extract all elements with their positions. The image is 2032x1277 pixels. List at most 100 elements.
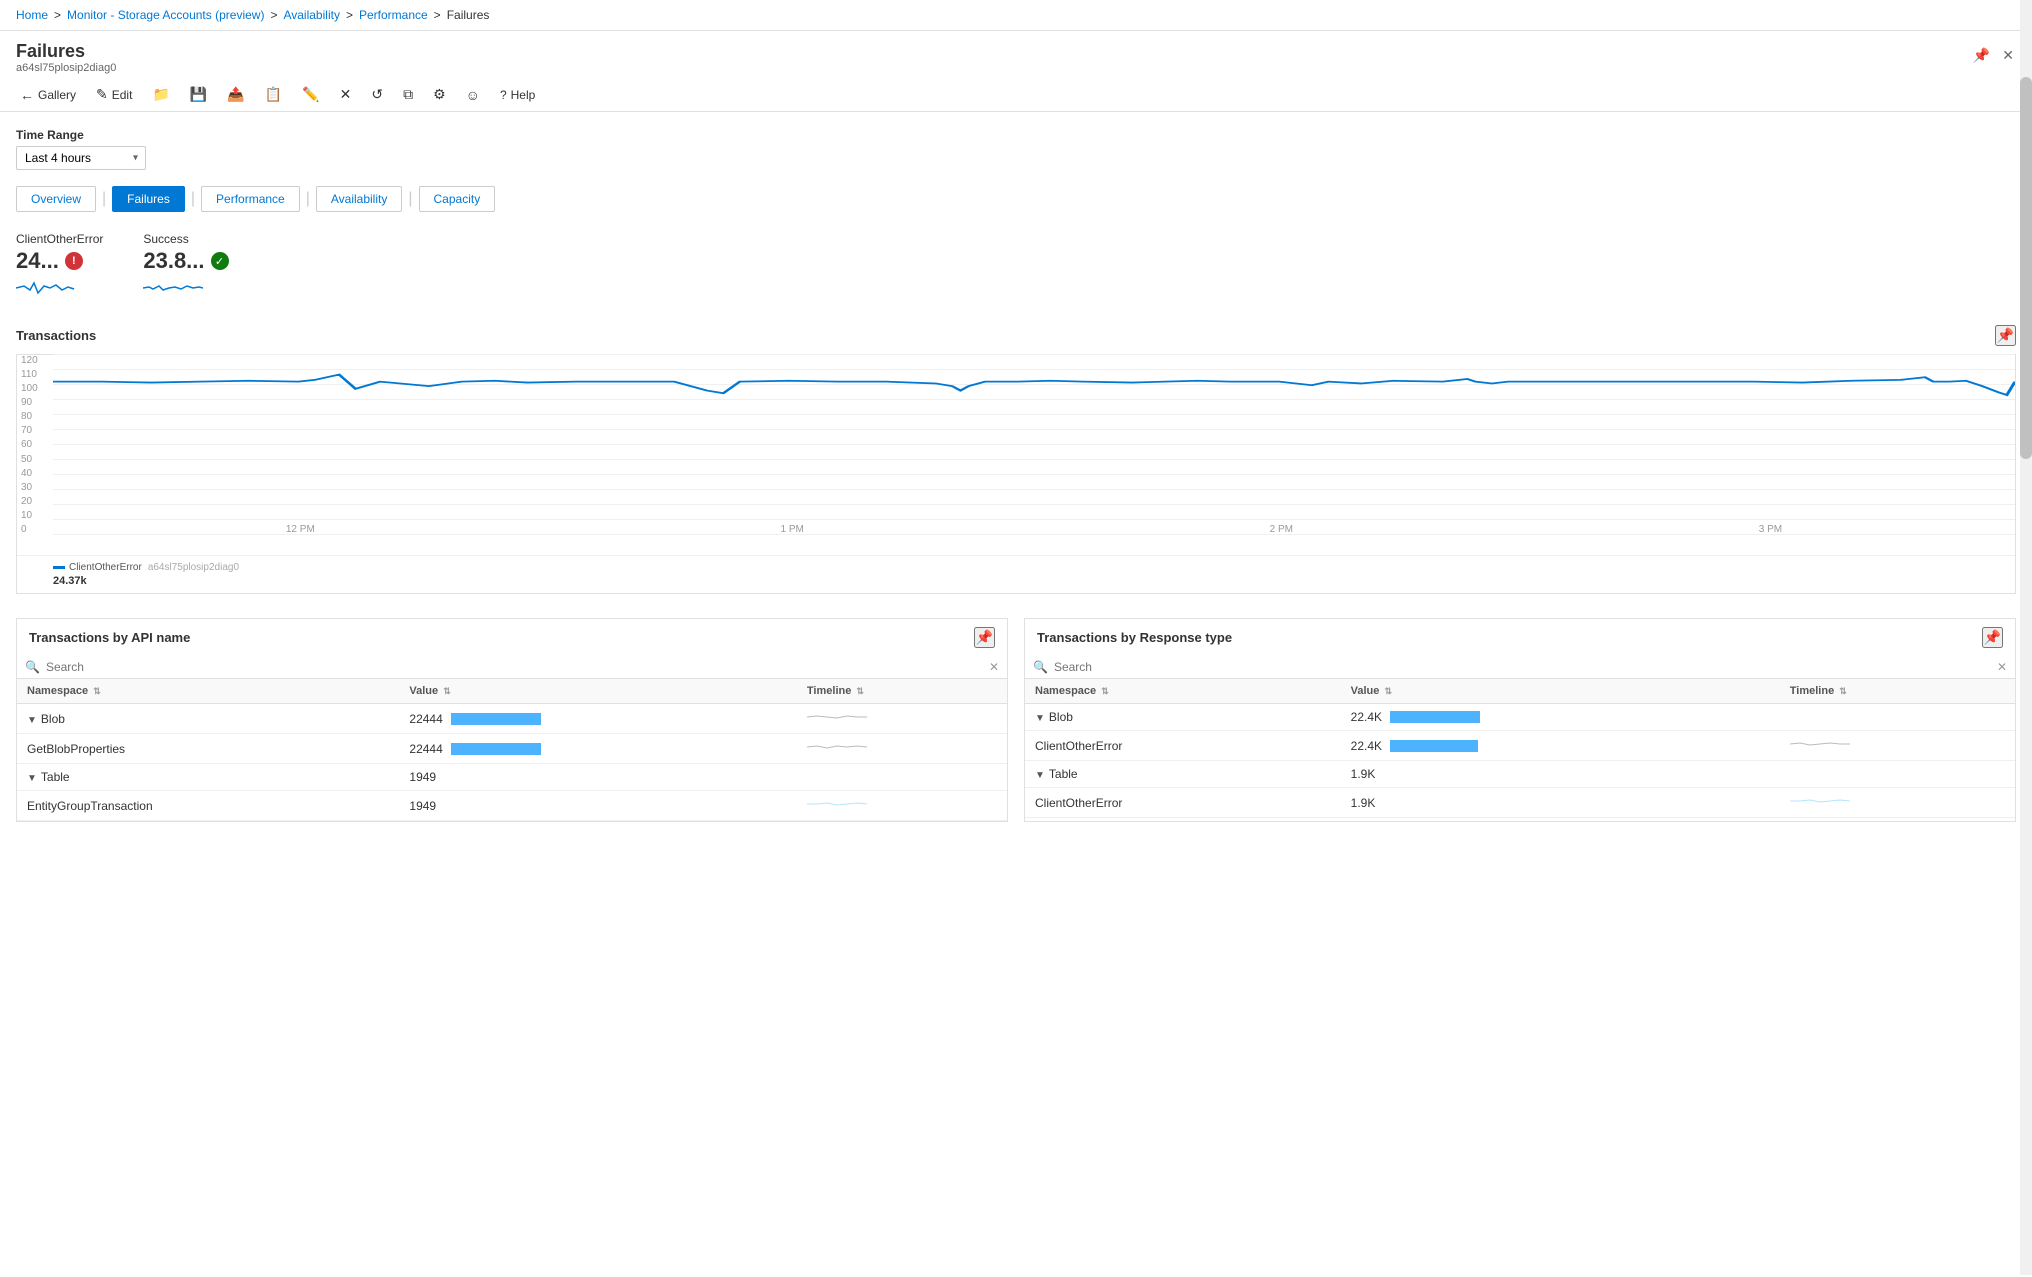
tables-row: Transactions by API name 📌 🔍 ✕ Namespace… <box>16 618 2016 822</box>
scrollbar-thumb[interactable] <box>2020 77 2032 460</box>
metric-value-success: 23.8... <box>143 248 204 274</box>
chart-pin-button[interactable]: 📌 <box>1995 325 2016 346</box>
edit-label: Edit <box>112 88 133 102</box>
col-timeline: Timeline ⇅ <box>797 679 1007 704</box>
sort-icon-r3: ⇅ <box>1839 686 1847 696</box>
chart-area: 0 10 20 30 40 50 60 70 80 90 100 110 120 <box>16 354 2016 594</box>
metrics-row: ClientOtherError 24... ! Success 23.8...… <box>16 232 2016 301</box>
toolbar: ← Gallery ✎ Edit 📁 💾 📤 📋 ✏️ ✕ ↺ ⧉ ⚙ ☺ ? … <box>0 78 2032 112</box>
breadcrumb-monitor[interactable]: Monitor - Storage Accounts (preview) <box>67 8 264 22</box>
time-range-select[interactable]: Last 1 hour Last 4 hours Last 12 hours L… <box>16 146 146 170</box>
col-value-r: Value ⇅ <box>1341 679 1780 704</box>
tab-performance[interactable]: Performance <box>201 186 300 212</box>
table-api-search-input[interactable] <box>46 660 983 674</box>
table-api-data: Namespace ⇅ Value ⇅ Timeline ⇅ ▼Blob 224… <box>17 679 1007 821</box>
upload-icon: 📤 <box>227 86 244 103</box>
pin-window-button[interactable]: 📌 <box>1971 45 1992 66</box>
page-subtitle: a64sl75plosip2diag0 <box>16 62 2016 74</box>
breadcrumb-home[interactable]: Home <box>16 8 48 22</box>
copy-icon: ⧉ <box>403 86 413 103</box>
gallery-label: Gallery <box>38 88 76 102</box>
breadcrumb-availability[interactable]: Availability <box>283 8 339 22</box>
table-row: EntityGroupTransaction 1949 <box>17 791 1007 821</box>
help-label: Help <box>511 88 536 102</box>
edit-button[interactable]: ✎ Edit <box>92 84 136 105</box>
search-clear-icon-2[interactable]: ✕ <box>1997 660 2007 674</box>
sort-icon-r: ⇅ <box>1101 686 1109 696</box>
table-response-search-input[interactable] <box>1054 660 1991 674</box>
sparkline-success <box>143 278 228 301</box>
search-clear-icon[interactable]: ✕ <box>989 660 999 674</box>
gallery-button[interactable]: ← Gallery <box>16 85 80 105</box>
share-button[interactable]: 📋 <box>261 84 286 105</box>
table-row: ▼Blob 22444 <box>17 704 1007 734</box>
sort-icon-r2: ⇅ <box>1384 686 1392 696</box>
tab-capacity[interactable]: Capacity <box>419 186 496 212</box>
metric-success: Success 23.8... ✓ <box>143 232 228 301</box>
share-icon: 📋 <box>265 86 282 103</box>
table-row: ▼Table 1949 <box>17 764 1007 791</box>
tab-overview[interactable]: Overview <box>16 186 96 212</box>
table-api-name: Transactions by API name 📌 🔍 ✕ Namespace… <box>16 618 1008 822</box>
table-response-type: Transactions by Response type 📌 🔍 ✕ Name… <box>1024 618 2016 822</box>
table-response-data: Namespace ⇅ Value ⇅ Timeline ⇅ ▼Blob 22.… <box>1025 679 2015 818</box>
chart-x-labels: 12 PM 1 PM 2 PM 3 PM <box>53 524 2015 535</box>
emoji-button[interactable]: ☺ <box>462 85 484 105</box>
col-value: Value ⇅ <box>399 679 797 704</box>
main-content: Time Range Last 1 hour Last 4 hours Last… <box>0 112 2032 1277</box>
table-api-title: Transactions by API name <box>29 630 190 645</box>
table-row: ClientOtherError 1.9K <box>1025 788 2015 818</box>
breadcrumb-performance[interactable]: Performance <box>359 8 428 22</box>
col-timeline-r: Timeline ⇅ <box>1780 679 2015 704</box>
folder-icon: 📁 <box>152 86 169 103</box>
success-icon: ✓ <box>211 252 229 270</box>
search-icon-2: 🔍 <box>1033 660 1048 674</box>
tab-availability[interactable]: Availability <box>316 186 402 212</box>
table-api-pin-button[interactable]: 📌 <box>974 627 995 648</box>
upload-button[interactable]: 📤 <box>223 84 248 105</box>
emoji-icon: ☺ <box>466 87 480 103</box>
time-range-label: Time Range <box>16 128 2016 142</box>
expand-icon[interactable]: ▼ <box>27 715 37 726</box>
settings-button[interactable]: ⚙ <box>429 84 450 105</box>
chart-plot: 12 PM 1 PM 2 PM 3 PM <box>53 355 2015 535</box>
expand-icon-r2[interactable]: ▼ <box>1035 770 1045 781</box>
transactions-line <box>53 355 2015 515</box>
metric-label-error: ClientOtherError <box>16 232 103 246</box>
help-button[interactable]: ? Help <box>496 86 539 104</box>
expand-icon-2[interactable]: ▼ <box>27 773 37 784</box>
table-row: ▼Blob 22.4K <box>1025 704 2015 731</box>
settings-icon: ⚙ <box>433 86 446 103</box>
metric-label-success: Success <box>143 232 228 246</box>
col-namespace: Namespace ⇅ <box>17 679 399 704</box>
question-icon: ? <box>500 88 507 102</box>
cancel-button[interactable]: ✕ <box>336 84 356 105</box>
close-window-button[interactable]: ✕ <box>2000 45 2016 66</box>
scrollbar-track <box>2020 0 2032 1275</box>
back-icon: ← <box>20 87 34 103</box>
time-range-section: Time Range Last 1 hour Last 4 hours Last… <box>16 128 2016 170</box>
table-row: GetBlobProperties 22444 <box>17 734 1007 764</box>
metric-client-other-error: ClientOtherError 24... ! <box>16 232 103 301</box>
refresh-button[interactable]: ↺ <box>367 84 387 105</box>
transactions-chart-section: Transactions 📌 0 10 20 30 40 50 60 70 80… <box>16 325 2016 594</box>
expand-icon-r1[interactable]: ▼ <box>1035 713 1045 724</box>
table-response-pin-button[interactable]: 📌 <box>1982 627 2003 648</box>
breadcrumb: Home > Monitor - Storage Accounts (previ… <box>0 0 2032 31</box>
pen-button[interactable]: ✏️ <box>298 84 323 105</box>
chart-title-transactions: Transactions <box>16 328 96 343</box>
col-namespace-r: Namespace ⇅ <box>1025 679 1341 704</box>
copy-button[interactable]: ⧉ <box>399 84 417 105</box>
legend-value: 24.37k <box>53 575 87 587</box>
search-icon: 🔍 <box>25 660 40 674</box>
folder-button[interactable]: 📁 <box>148 84 173 105</box>
tab-failures[interactable]: Failures <box>112 186 185 212</box>
chart-legend: ClientOtherError a64sl75plosip2diag0 24.… <box>17 555 2015 593</box>
chart-y-labels: 0 10 20 30 40 50 60 70 80 90 100 110 120 <box>17 355 53 535</box>
table-response-title: Transactions by Response type <box>1037 630 1232 645</box>
table-api-search-row: 🔍 ✕ <box>17 656 1007 679</box>
sort-icon-3: ⇅ <box>856 686 864 696</box>
error-icon: ! <box>65 252 83 270</box>
save-button[interactable]: 💾 <box>186 84 211 105</box>
sort-icon-2: ⇅ <box>443 686 451 696</box>
